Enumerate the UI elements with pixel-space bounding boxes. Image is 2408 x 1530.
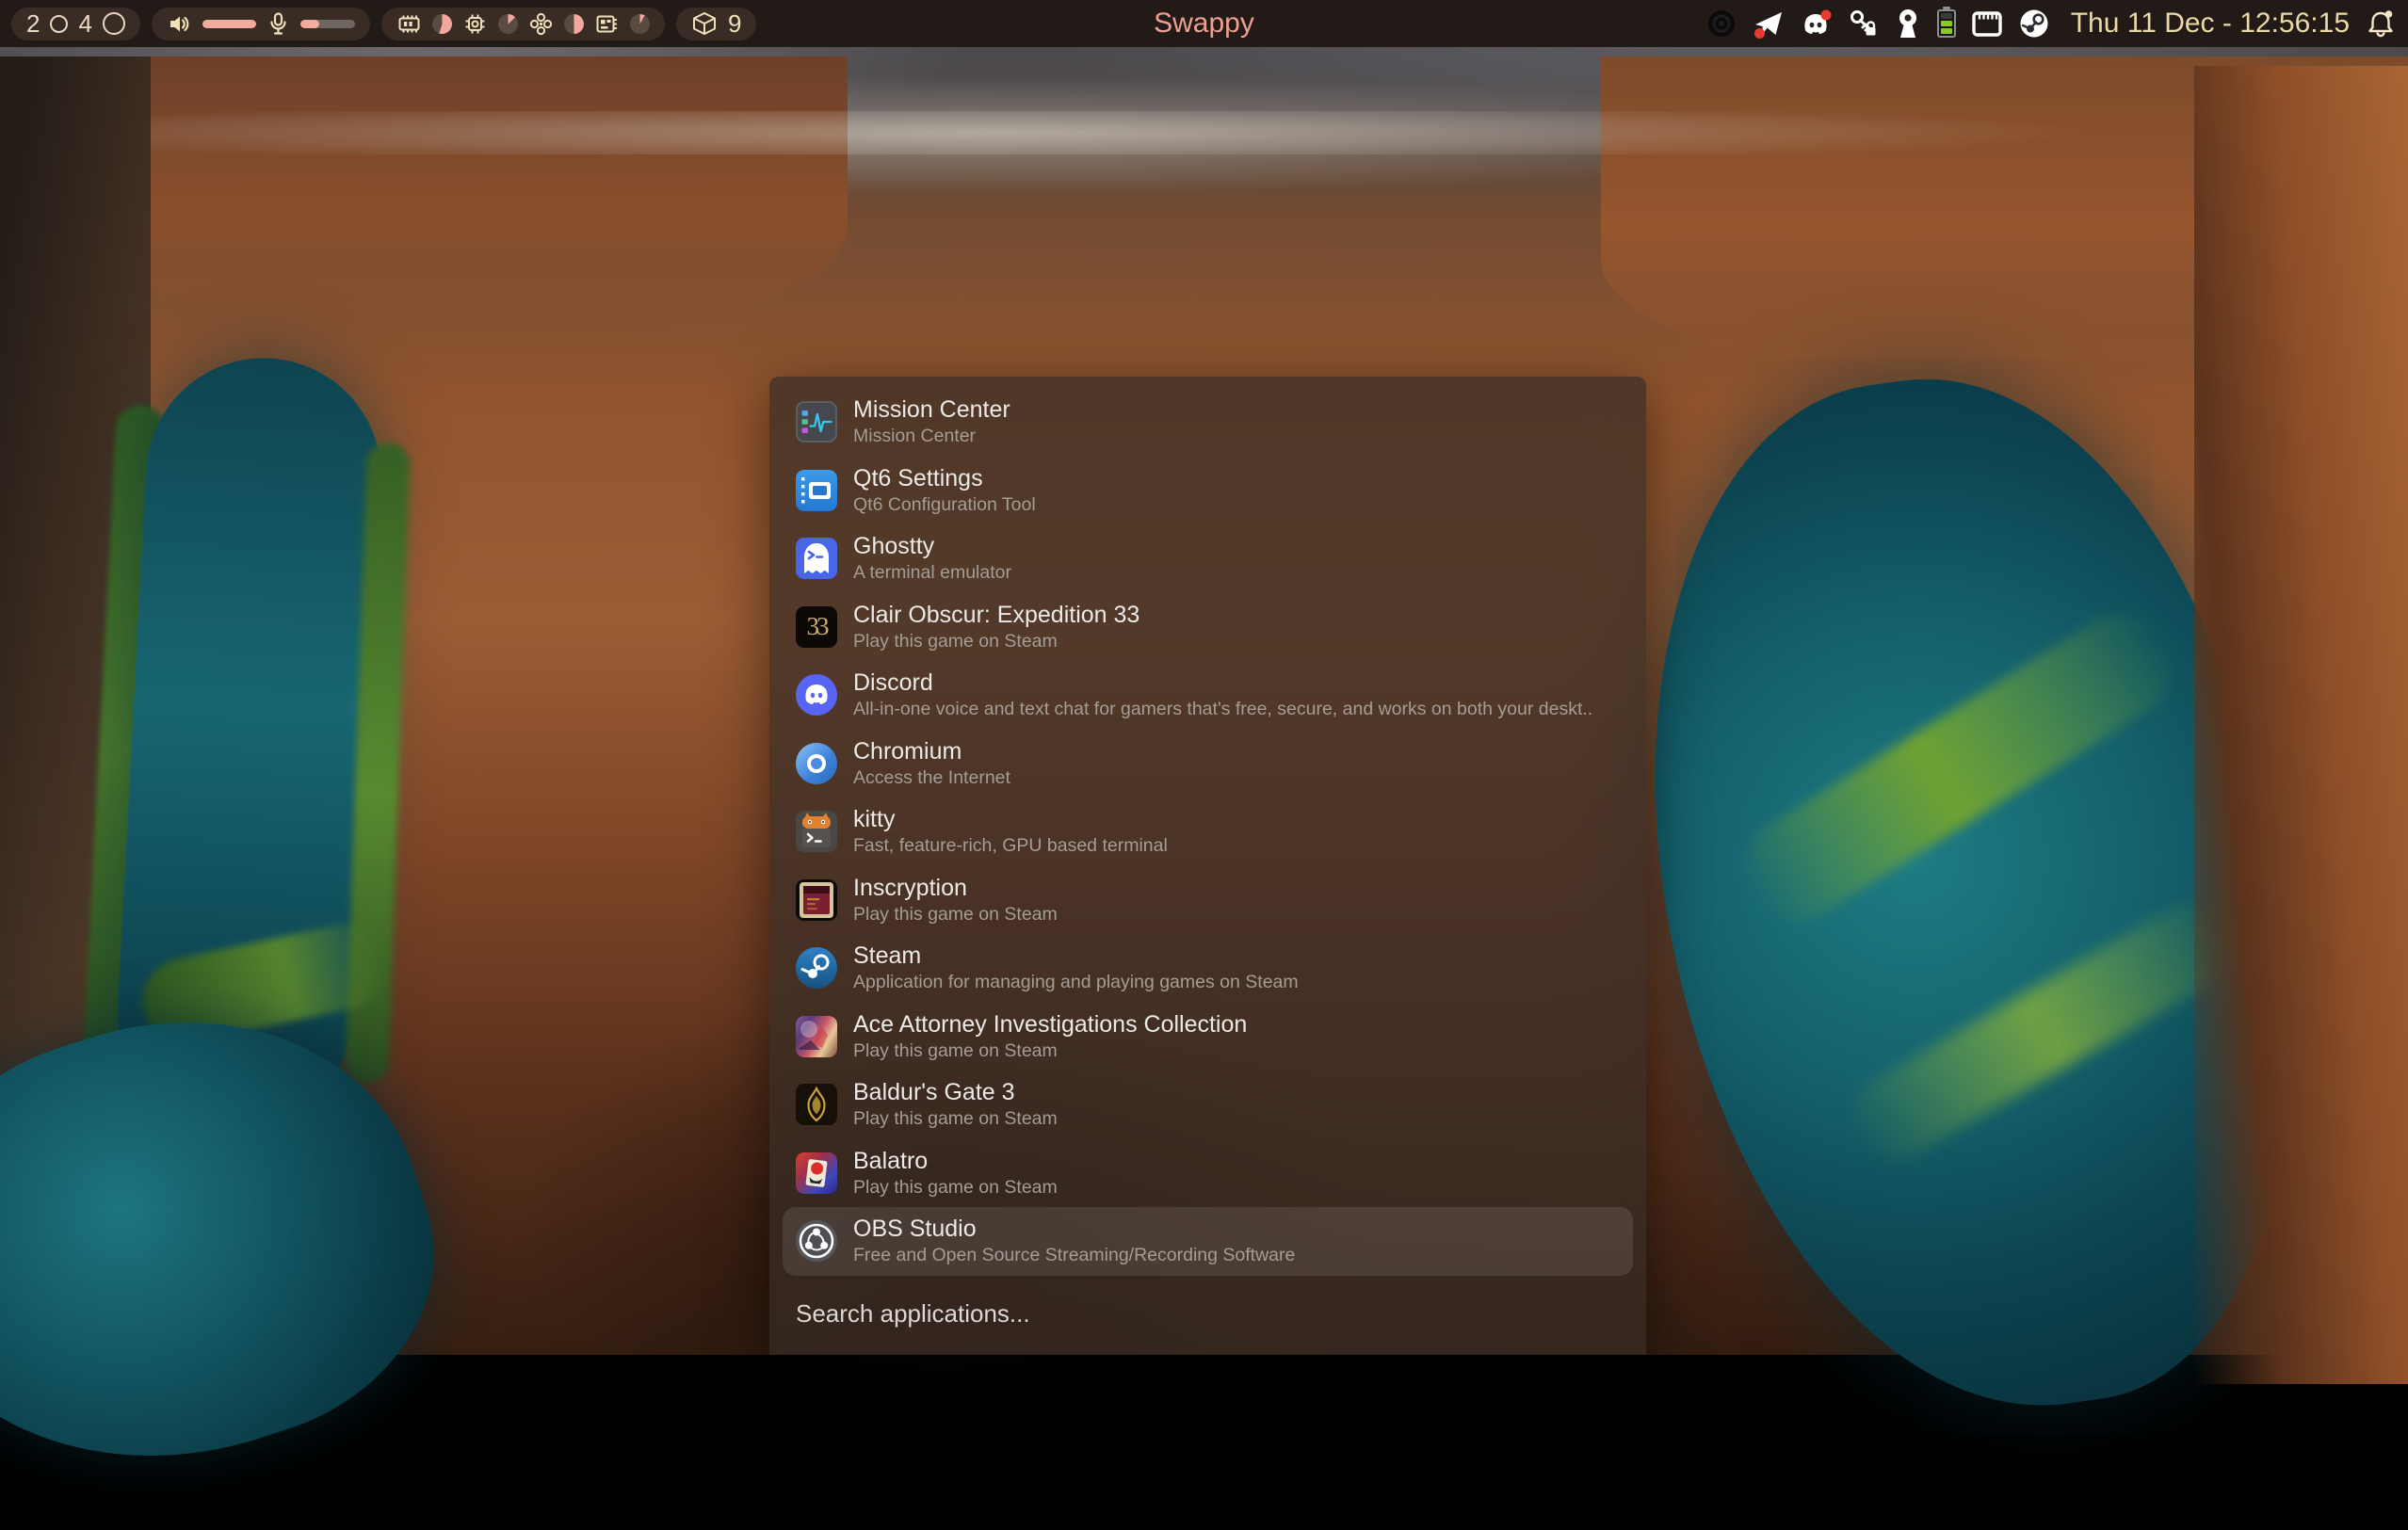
clair-obscur-icon: 33 — [796, 606, 837, 648]
app-name: Inscryption — [853, 877, 1058, 900]
ethernet-icon[interactable] — [1970, 8, 2004, 40]
app-description: Mission Center — [853, 427, 1010, 446]
updates-module[interactable]: 9 — [676, 8, 756, 40]
obs-studio-icon — [796, 1220, 837, 1262]
app-name: Balatro — [853, 1150, 1058, 1173]
chromium-icon — [796, 743, 837, 784]
app-list-item-inscryption[interactable]: Inscryption Play this game on Steam — [783, 866, 1633, 935]
app-description: A terminal emulator — [853, 564, 1011, 583]
fan-icon — [528, 11, 554, 37]
package-icon — [691, 10, 718, 37]
keepassxc-icon[interactable] — [1847, 8, 1879, 40]
app-description: All-in-one voice and text chat for gamer… — [853, 701, 1592, 719]
baldurs-gate-3-icon — [796, 1084, 837, 1125]
steam-tray-icon[interactable] — [2018, 8, 2050, 40]
memory-icon — [396, 11, 422, 37]
mic-slider-fill — [300, 20, 319, 28]
system-monitor-module[interactable] — [381, 8, 665, 40]
audio-module[interactable] — [152, 8, 370, 40]
app-launcher-panel: Mission Center Mission Center Qt6 Setting… — [769, 377, 1646, 1355]
workspace-switcher[interactable]: 2 4 — [11, 8, 140, 40]
system-tray — [1705, 7, 2050, 40]
workspace-label[interactable]: 2 — [26, 11, 40, 36]
speaker-slider[interactable] — [202, 20, 256, 28]
app-list-item-clair-obscur[interactable]: 33 Clair Obscur: Expedition 33 Play this … — [783, 593, 1633, 662]
mic-slider[interactable] — [300, 20, 355, 28]
app-list-item-ghostty[interactable]: Ghostty A terminal emulator — [783, 524, 1633, 593]
app-description: Access the Internet — [853, 769, 1010, 788]
telegram-icon[interactable] — [1753, 8, 1785, 40]
gpu-board-icon — [594, 11, 620, 37]
ghostty-icon — [796, 538, 837, 579]
bar-right-modules: Thu 11 Dec - 12:56:15 — [1705, 7, 2397, 40]
qt6-settings-icon — [796, 470, 837, 511]
balatro-icon — [796, 1152, 837, 1194]
mission-center-icon — [796, 401, 837, 443]
memory-gauge — [432, 14, 452, 34]
steam-icon — [796, 947, 837, 989]
workspace-circle-icon[interactable] — [103, 12, 125, 35]
speaker-icon — [167, 11, 192, 37]
app-name: Discord — [853, 671, 1592, 695]
battery-icon[interactable] — [1937, 9, 1956, 38]
steelseries-icon[interactable] — [1705, 7, 1738, 40]
app-description: Play this game on Steam — [853, 906, 1058, 925]
app-name: OBS Studio — [853, 1217, 1295, 1241]
bar-left-modules: 2 4 — [11, 8, 756, 40]
app-list: Mission Center Mission Center Qt6 Setting… — [769, 377, 1646, 1276]
discord-icon — [796, 674, 837, 716]
app-name: kitty — [853, 808, 1168, 831]
app-name: Chromium — [853, 740, 1010, 764]
app-list-item-kitty[interactable]: kitty Fast, feature-rich, GPU based termi… — [783, 797, 1633, 866]
app-description: Application for managing and playing gam… — [853, 974, 1299, 992]
app-list-item-ace-attorney[interactable]: Ace Attorney Investigations Collection Pl… — [783, 1003, 1633, 1071]
app-description: Free and Open Source Streaming/Recording… — [853, 1247, 1295, 1265]
app-description: Play this game on Steam — [853, 633, 1139, 652]
app-name: Baldur's Gate 3 — [853, 1081, 1058, 1104]
app-name: Ace Attorney Investigations Collection — [853, 1013, 1247, 1037]
keyring-icon[interactable] — [1893, 8, 1923, 40]
app-description: Play this game on Steam — [853, 1179, 1058, 1198]
clock[interactable]: Thu 11 Dec - 12:56:15 — [2071, 8, 2350, 40]
ace-attorney-icon — [796, 1016, 837, 1057]
discord-tray-icon[interactable] — [1799, 8, 1833, 40]
kitty-icon — [796, 811, 837, 852]
search-input[interactable]: Search applications... — [796, 1299, 1030, 1329]
app-name: Ghostty — [853, 535, 1011, 558]
app-list-item-qt6-settings[interactable]: Qt6 Settings Qt6 Configuration Tool — [783, 457, 1633, 525]
clair-obscur-glyph: 33 — [796, 606, 837, 648]
app-description: Play this game on Steam — [853, 1110, 1058, 1129]
notification-bell-icon[interactable] — [2365, 8, 2397, 40]
cpu-gauge — [498, 14, 518, 34]
app-description: Fast, feature-rich, GPU based terminal — [853, 837, 1168, 856]
app-description: Play this game on Steam — [853, 1042, 1247, 1061]
canyon-rim-highlight — [0, 111, 2408, 154]
gpu-gauge — [564, 14, 584, 34]
app-name: Mission Center — [853, 398, 1010, 422]
top-status-bar: 2 4 — [0, 0, 2408, 47]
workspace-circle-icon[interactable] — [50, 15, 68, 33]
app-list-item-obs-studio[interactable]: OBS Studio Free and Open Source Streaming… — [783, 1207, 1633, 1276]
cpu-icon — [462, 11, 488, 37]
microphone-icon — [267, 11, 290, 37]
app-list-item-discord[interactable]: Discord All-in-one voice and text chat fo… — [783, 661, 1633, 730]
app-list-item-baldurs-gate-3[interactable]: Baldur's Gate 3 Play this game on Steam — [783, 1071, 1633, 1139]
disk-gauge — [630, 14, 650, 34]
updates-count: 9 — [728, 11, 741, 36]
canyon-rock-right-edge — [2194, 66, 2408, 1384]
app-list-item-balatro[interactable]: Balatro Play this game on Steam — [783, 1139, 1633, 1208]
app-list-item-mission-center[interactable]: Mission Center Mission Center — [783, 388, 1633, 457]
app-list-item-steam[interactable]: Steam Application for managing and playin… — [783, 934, 1633, 1003]
app-name: Qt6 Settings — [853, 467, 1036, 491]
inscryption-icon — [796, 879, 837, 921]
workspace-label[interactable]: 4 — [78, 11, 91, 36]
app-name: Clair Obscur: Expedition 33 — [853, 604, 1139, 627]
speaker-slider-fill — [202, 20, 256, 28]
app-name: Steam — [853, 944, 1299, 968]
app-list-item-chromium[interactable]: Chromium Access the Internet — [783, 730, 1633, 798]
app-description: Qt6 Configuration Tool — [853, 496, 1036, 515]
